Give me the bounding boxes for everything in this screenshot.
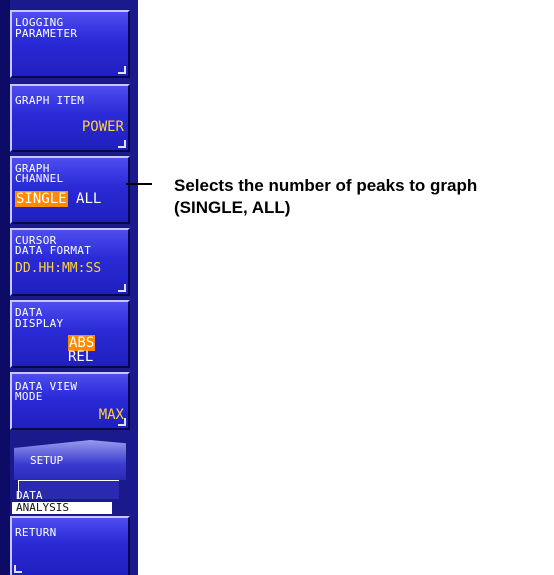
data-format-value: DD.HH:MM:SS (15, 261, 102, 276)
key-label-line2: DISPLAY (15, 317, 64, 330)
callout-annotation: Selects the number of peaks to graph (SI… (174, 175, 477, 219)
setup-tab-area[interactable]: SETUP DATA ANALYSIS (10, 432, 130, 514)
key-label: GRAPH ITEM (15, 94, 85, 107)
panel-edge (0, 0, 10, 575)
graph-channel-key[interactable]: GRAPH CHANNEL SINGLE ALL (10, 156, 130, 224)
callout-leader-line (126, 183, 152, 185)
data-view-mode-key[interactable]: DATA VIEW MODE MAX (10, 372, 130, 430)
key-label-line2: PARAMETER (15, 27, 78, 40)
submenu-corner-icon (118, 140, 126, 148)
graph-item-key[interactable]: GRAPH ITEM POWER (10, 84, 130, 152)
softkey-panel: LOGGING PARAMETER GRAPH ITEM POWER GRAPH… (0, 0, 138, 575)
option-rel: REL (68, 349, 94, 365)
option-all: ALL (76, 191, 102, 207)
key-label-line2: DATA FORMAT (15, 244, 92, 257)
return-corner-icon (14, 565, 22, 573)
callout-line1: Selects the number of peaks to graph (174, 176, 478, 195)
setup-tab-label: SETUP (30, 454, 64, 467)
graph-item-value: POWER (81, 119, 124, 135)
logging-parameter-key[interactable]: LOGGING PARAMETER (10, 10, 130, 78)
callout-line2: (SINGLE, ALL) (174, 198, 291, 217)
key-label-line2: MODE (15, 390, 43, 403)
channel-selector: SINGLE ALL (15, 191, 102, 207)
option-single-selected: SINGLE (15, 191, 68, 207)
submenu-corner-icon (118, 284, 126, 292)
data-analysis-label-line2: ANALYSIS (16, 501, 69, 514)
data-display-key[interactable]: DATA DISPLAY ABS REL (10, 300, 130, 368)
submenu-corner-icon (118, 66, 126, 74)
display-selector: ABS REL (68, 335, 128, 365)
cursor-data-format-key[interactable]: CURSOR DATA FORMAT DD.HH:MM:SS (10, 228, 130, 296)
data-analysis-tab[interactable]: ANALYSIS (12, 501, 112, 514)
data-analysis-label-line1: DATA (16, 489, 43, 502)
return-key[interactable]: RETURN (10, 516, 130, 575)
key-label-line2: CHANNEL (15, 172, 64, 185)
submenu-corner-icon (118, 418, 126, 426)
return-label: RETURN (15, 526, 57, 539)
